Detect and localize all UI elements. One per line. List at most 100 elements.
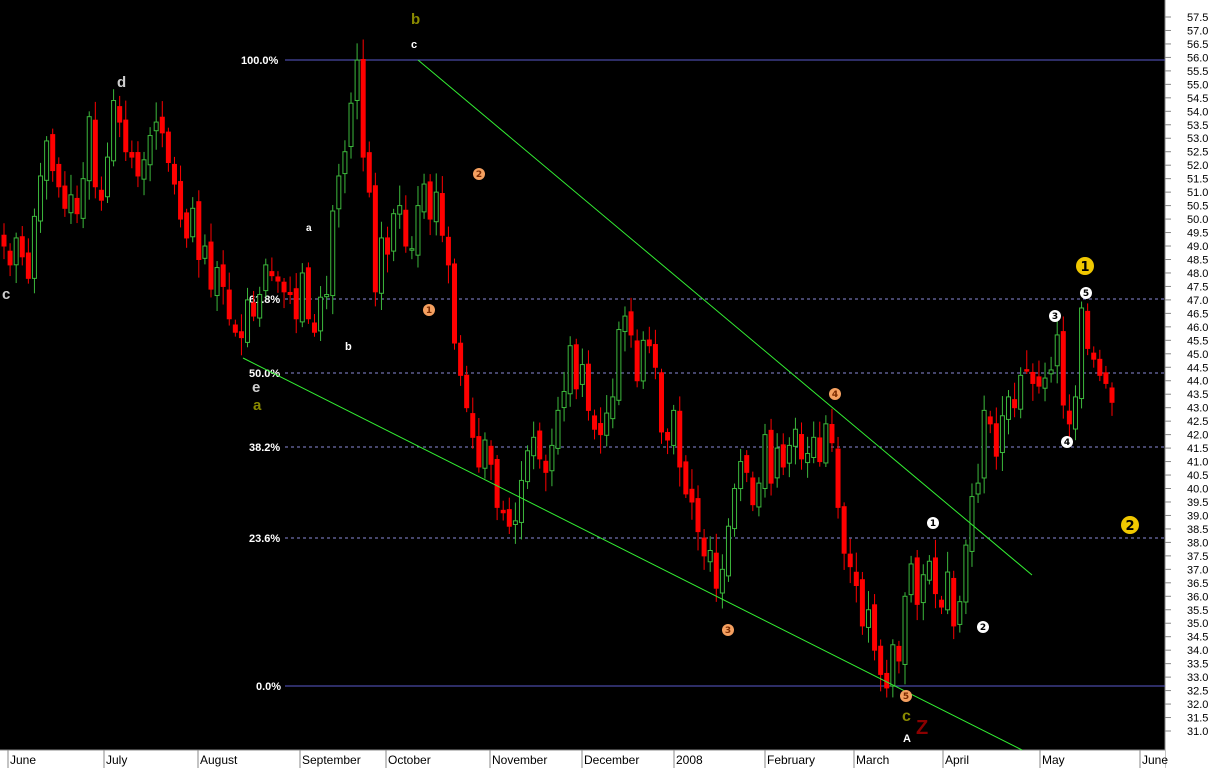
candle-down bbox=[701, 537, 707, 557]
candle-down bbox=[859, 579, 865, 627]
price-tick-label: 54.5 bbox=[1187, 93, 1208, 105]
candle-down bbox=[452, 263, 458, 344]
price-tick-label: 38.5 bbox=[1187, 524, 1208, 536]
candle-up bbox=[190, 207, 196, 238]
price-tick-label: 52.0 bbox=[1187, 160, 1208, 172]
candle-up bbox=[719, 568, 725, 594]
candle-up bbox=[348, 102, 354, 148]
price-tick-label: 49.5 bbox=[1187, 228, 1208, 240]
price-tick-label: 51.0 bbox=[1187, 187, 1208, 199]
month-label-september: September bbox=[302, 753, 361, 767]
candle-down bbox=[117, 106, 123, 123]
candle-down bbox=[458, 342, 464, 376]
candle-up bbox=[525, 450, 531, 483]
candle-down bbox=[287, 291, 293, 296]
candle-down bbox=[598, 423, 604, 436]
svg-text:4: 4 bbox=[832, 390, 838, 400]
candle-down bbox=[56, 163, 62, 188]
candle-up bbox=[104, 156, 110, 198]
candle-up bbox=[263, 264, 269, 292]
candle-up bbox=[640, 339, 646, 382]
candle-up bbox=[1006, 396, 1012, 420]
candle-down bbox=[689, 488, 695, 503]
candle-up bbox=[792, 428, 798, 447]
svg-text:2: 2 bbox=[980, 623, 986, 633]
price-tick-label: 56.5 bbox=[1187, 39, 1208, 51]
wave-label-b-olive: b bbox=[411, 11, 420, 28]
candle-down bbox=[129, 152, 135, 158]
white-marker-3: 3 bbox=[1049, 310, 1061, 322]
candle-down bbox=[914, 557, 920, 605]
price-tick-label: 52.5 bbox=[1187, 147, 1208, 159]
svg-text:5: 5 bbox=[1083, 289, 1089, 299]
price-chart: 57.557.0 56.556.0 55.555.0 54.554.0 53.553.0… bbox=[0, 0, 1215, 768]
price-tick-label: 34.5 bbox=[1187, 632, 1208, 644]
candle-down bbox=[677, 410, 683, 468]
price-tick-label: 57.5 bbox=[1187, 12, 1208, 24]
wave-label-a-bottom: A bbox=[903, 733, 911, 745]
white-marker-4: 4 bbox=[1061, 436, 1073, 448]
candle-up bbox=[318, 296, 324, 332]
candle-down bbox=[135, 152, 141, 177]
candle-up bbox=[482, 439, 488, 469]
candle-up bbox=[1018, 374, 1024, 410]
orange-marker-1: 1 bbox=[423, 304, 435, 316]
candle-up bbox=[342, 151, 348, 175]
candle-down bbox=[1060, 331, 1066, 406]
candle-down bbox=[987, 416, 993, 425]
yellow-marker-2: 2 bbox=[1121, 516, 1139, 534]
candle-up bbox=[579, 364, 585, 385]
candle-up bbox=[354, 59, 360, 101]
price-tick-label: 42.5 bbox=[1187, 416, 1208, 428]
candle-down bbox=[780, 444, 786, 468]
candle-down bbox=[744, 455, 750, 473]
price-tick-label: 43.0 bbox=[1187, 403, 1208, 415]
candle-down bbox=[872, 604, 878, 651]
month-label-february: February bbox=[767, 753, 815, 767]
candle-down bbox=[439, 193, 445, 236]
candle-up bbox=[738, 461, 744, 490]
candle-up bbox=[202, 245, 208, 259]
price-tick-label: 32.0 bbox=[1187, 699, 1208, 711]
price-tick-label: 50.0 bbox=[1187, 214, 1208, 226]
svg-text:5: 5 bbox=[903, 692, 909, 702]
wave-label-d: d bbox=[117, 74, 126, 91]
wave-label-c-olive: c bbox=[902, 708, 911, 725]
candle-down bbox=[281, 281, 287, 293]
candle-down bbox=[427, 181, 433, 220]
price-tick-label: 56.0 bbox=[1187, 52, 1208, 64]
candle-down bbox=[1103, 372, 1109, 384]
month-label-2008: 2008 bbox=[676, 753, 703, 767]
candle-up bbox=[512, 520, 518, 526]
white-marker-5: 5 bbox=[1080, 287, 1092, 299]
candle-down bbox=[385, 237, 391, 255]
price-tick-label: 40.0 bbox=[1187, 484, 1208, 496]
price-tick-label: 35.0 bbox=[1187, 618, 1208, 630]
candle-up bbox=[531, 436, 537, 457]
candle-up bbox=[774, 447, 780, 479]
candle-up bbox=[756, 482, 762, 508]
candle-up bbox=[555, 409, 561, 449]
candle-up bbox=[245, 299, 251, 343]
candle-up bbox=[257, 294, 263, 319]
price-tick-label: 31.0 bbox=[1187, 726, 1208, 738]
month-label-june: June bbox=[10, 753, 36, 767]
yellow-marker-1: 1 bbox=[1076, 257, 1094, 275]
candle-down bbox=[817, 437, 823, 463]
price-tick-label: 41.0 bbox=[1187, 457, 1208, 469]
price-tick-label: 36.5 bbox=[1187, 578, 1208, 590]
candle-down bbox=[464, 374, 470, 409]
wave-label-a-olive: a bbox=[253, 397, 262, 414]
candle-down bbox=[543, 460, 549, 473]
svg-text:2: 2 bbox=[1125, 519, 1134, 534]
candle-up bbox=[567, 345, 573, 395]
price-tick-label: 37.5 bbox=[1187, 551, 1208, 563]
candle-down bbox=[178, 181, 184, 220]
candle-down bbox=[652, 344, 658, 368]
candle-up bbox=[421, 183, 427, 213]
candle-up bbox=[1054, 334, 1060, 367]
month-label-april: April bbox=[945, 753, 969, 767]
candle-up bbox=[336, 175, 342, 210]
candle-up bbox=[80, 178, 86, 219]
candle-down bbox=[500, 509, 506, 514]
